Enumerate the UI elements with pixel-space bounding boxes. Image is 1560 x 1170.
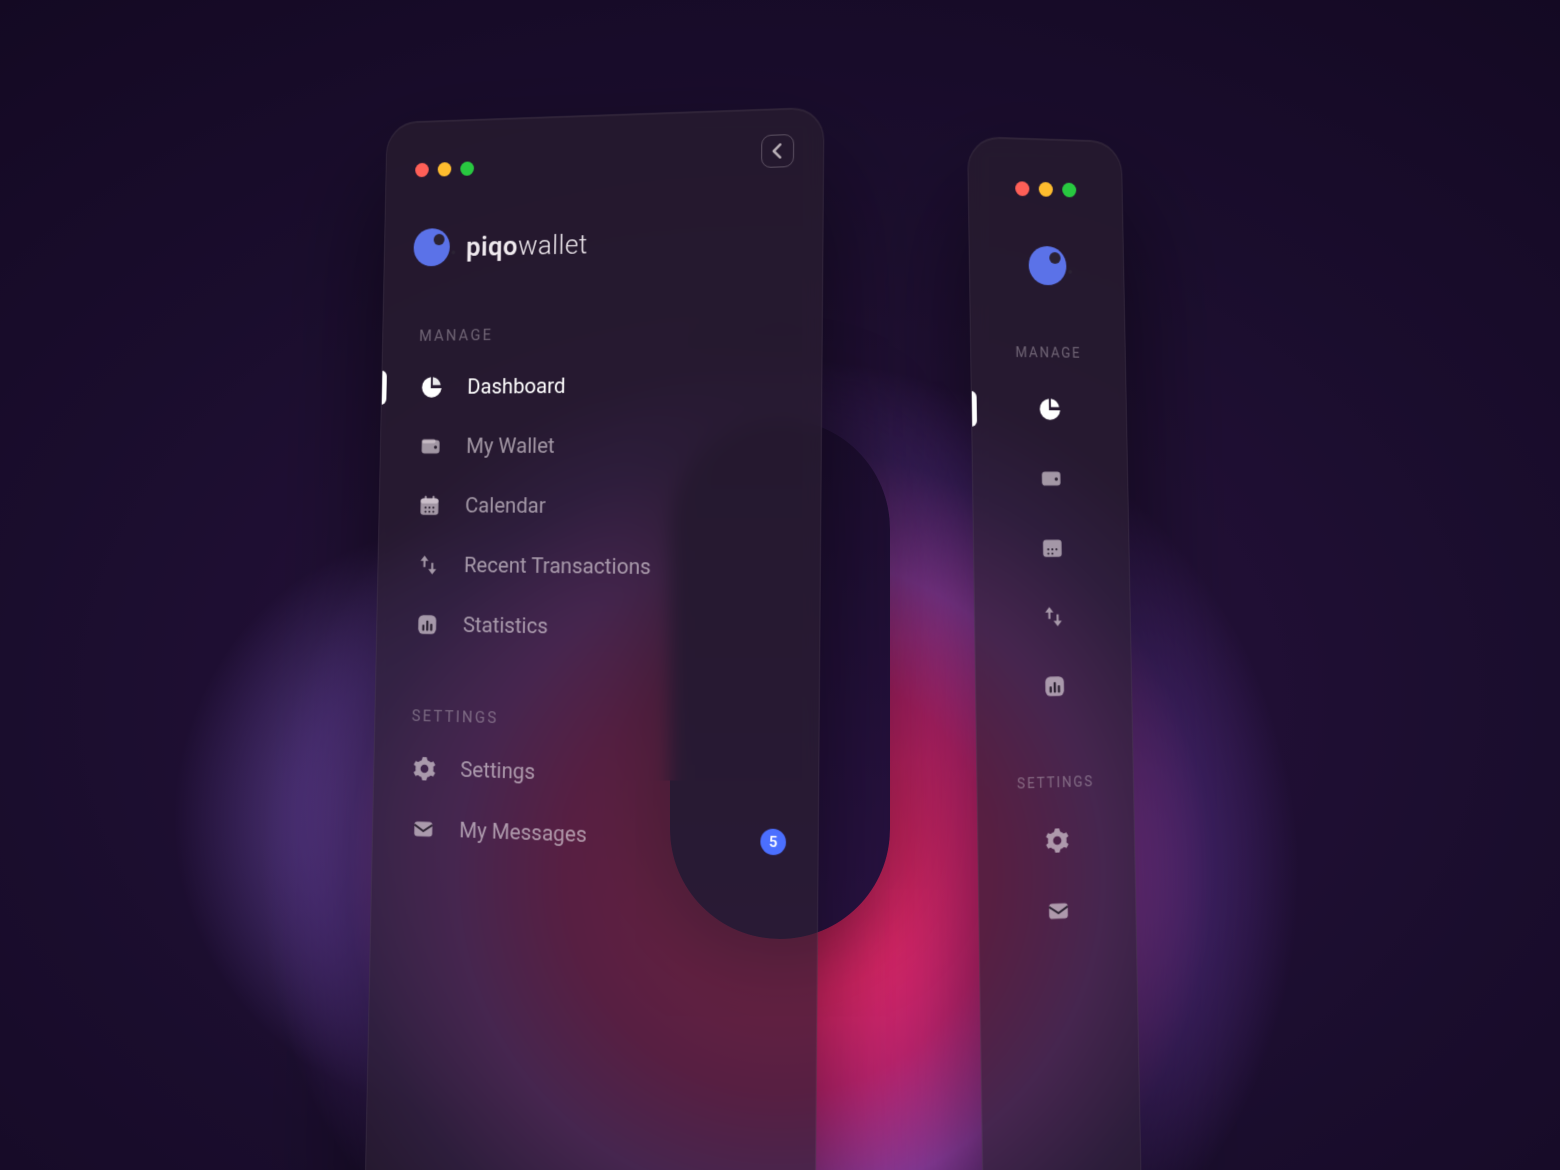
sidebar-item-label: Calendar [465,494,546,518]
sidebar-item-settings[interactable]: Settings [978,803,1135,879]
section-label-settings: SETTINGS [375,654,819,750]
gear-icon [412,756,436,782]
pie-chart-icon [420,375,444,400]
sidebar-item-label: Settings [460,758,535,785]
sidebar-item-label: My Wallet [466,434,555,458]
envelope-icon [1045,897,1070,924]
bar-chart-icon [415,612,439,637]
wallet-icon [1038,465,1063,491]
sidebar-item-recent-transactions[interactable]: Recent Transactions [975,581,1131,653]
sidebar-collapsed: piqowallet MANAGE Dashboard My Wallet Ca… [967,136,1142,1170]
sidebar-item-label: Dashboard [467,374,566,399]
brand: piqowallet [969,201,1124,294]
sidebar-item-my-wallet[interactable]: My Wallet [973,443,1128,513]
envelope-icon [411,816,435,842]
section-label-manage: MANAGE [383,268,823,358]
unread-badge: 5 [760,828,786,855]
sidebar-item-dashboard[interactable]: Dashboard [382,354,822,418]
brand: piqowallet [384,172,823,276]
wallet-icon [419,434,443,459]
brand-logo-icon [1028,246,1066,286]
brand-name: piqowallet [466,228,588,262]
sidebar-item-recent-transactions[interactable]: Recent Transactions [378,535,820,600]
sidebar-item-statistics[interactable]: Statistics [976,650,1132,723]
sidebar-item-statistics[interactable]: Statistics [377,594,820,662]
sidebar-item-calendar[interactable]: Calendar [974,512,1130,582]
nav-manage: Dashboard My Wallet Calendar Recent Tran… [971,374,1131,723]
maximize-window-dot[interactable] [460,161,474,176]
section-label-settings: SETTINGS [977,719,1134,808]
minimize-window-dot[interactable] [1039,181,1053,196]
minimize-window-dot[interactable] [438,162,452,177]
sidebar-item-label: My Messages [459,818,587,847]
transfer-icon [1040,604,1065,630]
pie-chart-icon [1037,396,1062,422]
sidebar-item-my-messages[interactable]: My Messages 5 [979,873,1136,951]
calendar-icon [1039,534,1064,560]
transfer-icon [416,552,440,577]
bar-chart-icon [1042,673,1067,699]
calendar-icon [417,493,441,518]
nav-settings: Settings My Messages 5 [978,803,1136,951]
collapse-sidebar-button[interactable] [761,134,794,168]
gear-icon [1044,827,1069,854]
sidebar-item-label: Recent Transactions [464,553,651,579]
sidebar-item-my-wallet[interactable]: My Wallet [380,415,821,476]
close-window-dot[interactable] [1015,181,1029,196]
nav-manage: Dashboard My Wallet Calendar Recent Tran… [377,354,822,662]
brand-logo-icon [413,228,450,267]
nav-settings: Settings My Messages 5 [372,737,818,875]
sidebar-item-calendar[interactable]: Calendar [379,476,821,538]
sidebar-item-dashboard[interactable]: Dashboard [971,374,1126,444]
sidebar-expanded: piqowallet MANAGE Dashboard My Wallet Ca… [364,107,825,1170]
sidebar-item-label: Statistics [463,613,548,639]
section-label-manage: MANAGE [970,292,1125,376]
close-window-dot[interactable] [415,162,429,176]
arrow-left-icon [762,135,793,167]
window-controls [968,166,1122,205]
maximize-window-dot[interactable] [1062,182,1076,197]
